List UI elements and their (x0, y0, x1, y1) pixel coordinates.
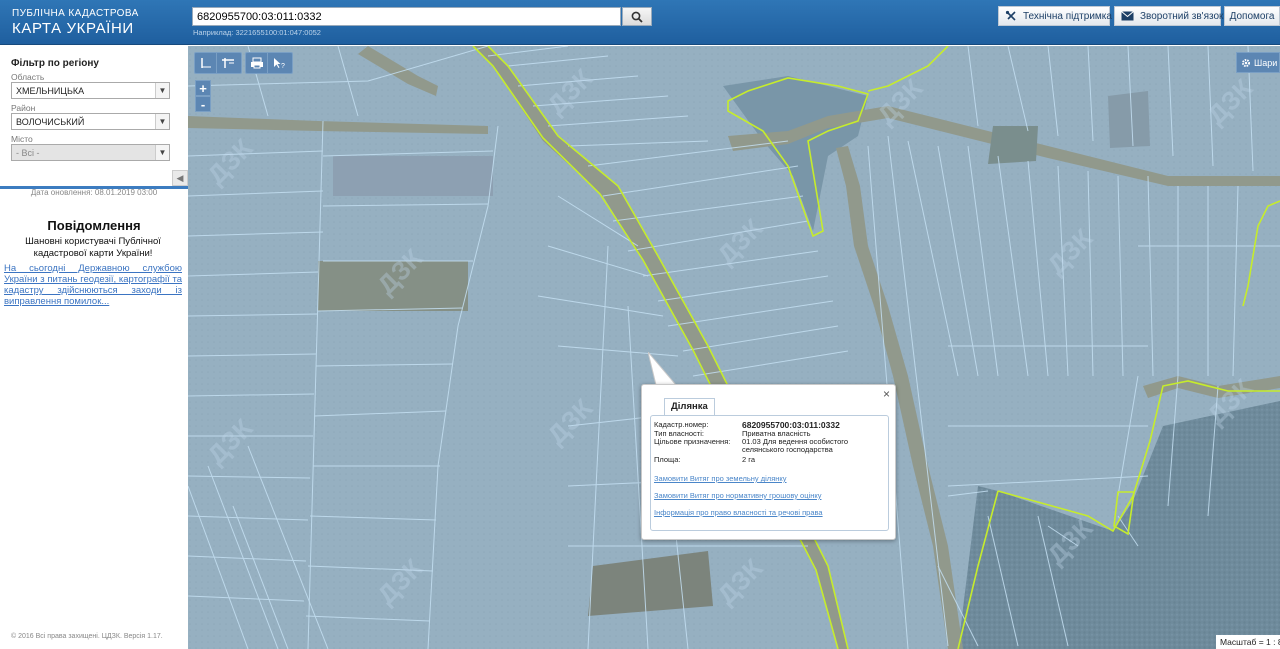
envelope-icon (1121, 11, 1134, 21)
city-label: Місто (11, 134, 33, 144)
tools-icon (1005, 10, 1016, 21)
collapse-sidebar-button[interactable]: ◀ (172, 170, 188, 186)
row-key: Площа: (654, 455, 681, 464)
printer-icon (250, 57, 263, 69)
help-button[interactable]: Допомога (1224, 6, 1280, 26)
district-select[interactable]: ВОЛОЧИСЬКИЙ ▼ (11, 113, 170, 130)
region-value: ХМЕЛЬНИЦЬКА (16, 85, 85, 96)
header-bar: ПУБЛІЧНА КАДАСТРОВА КАРТА УКРАЇНИ Наприк… (0, 0, 1280, 45)
zoom-in-button[interactable]: + (195, 80, 211, 96)
measure-tools (194, 52, 242, 74)
notice-title: Повідомлення (47, 218, 141, 233)
purpose-value: 01.03 Для ведення особистого селянського… (742, 437, 849, 454)
help-label: Допомога (1229, 10, 1275, 22)
cadastral-number-row: Кадастр.номер: 6820955700:03:011:0332 (654, 420, 840, 430)
map-scale: Масштаб = 1 : 85 (1216, 635, 1280, 649)
order-extract-link[interactable]: Замовити Витяг про земельну ділянку (654, 474, 787, 483)
map-canvas[interactable]: ДЗК ДЗК ДЗК ДЗК ДЗК ДЗК ДЗК ДЗК ДЗК ДЗК … (188, 46, 1280, 649)
chevron-left-icon: ◀ (176, 172, 184, 183)
area-row: Площа: 2 га (654, 456, 755, 464)
chevron-down-icon: ▼ (155, 114, 169, 129)
filter-title: Фільтр по регіону (11, 58, 99, 69)
district-label: Район (11, 103, 36, 113)
cadastral-search-input[interactable] (192, 7, 621, 26)
print-button[interactable] (246, 53, 268, 73)
area-value: 2 га (742, 455, 755, 464)
chevron-down-icon: ▼ (155, 145, 169, 160)
update-date: Дата оновлення: 08.01.2019 03:00 (30, 188, 158, 197)
site-logo[interactable]: ПУБЛІЧНА КАДАСТРОВА КАРТА УКРАЇНИ (12, 8, 139, 37)
search-button[interactable] (622, 7, 652, 26)
popup-pointer (648, 352, 678, 388)
search-hint: Наприклад: 3221655100:01:047:0052 (193, 28, 321, 37)
row-key: Цільове призначення: (654, 437, 731, 446)
sidebar: Фільтр по регіону Область ХМЕЛЬНИЦЬКА ▼ … (0, 46, 188, 649)
area-ruler-icon (222, 58, 234, 68)
measure-distance-button[interactable] (195, 53, 217, 73)
ownership-info-link[interactable]: Інформація про право власності та речові… (654, 508, 823, 517)
ruler-icon (200, 58, 211, 68)
city-value: - Всі - (16, 147, 40, 158)
parcel-info-popup: × Ділянка Кадастр.номер: 6820955700:03:01… (641, 384, 896, 540)
row-key: Кадастр.номер: (654, 420, 709, 429)
purpose-row: Цільове призначення: 01.03 Для ведення ос… (654, 438, 884, 454)
support-button[interactable]: Технічна підтримка (998, 6, 1112, 26)
notice-link[interactable]: На сьогодні Державною службою України з … (4, 263, 182, 307)
region-label: Область (11, 72, 45, 82)
feedback-label: Зворотний зв'язок (1140, 10, 1224, 22)
search-icon (631, 11, 643, 23)
identify-button[interactable]: ? (268, 53, 290, 73)
cadastral-map[interactable]: ДЗК ДЗК ДЗК ДЗК ДЗК ДЗК ДЗК ДЗК ДЗК ДЗК … (188, 46, 1280, 649)
cadastral-number-value: 6820955700:03:011:0332 (742, 420, 840, 430)
notice-text: Шановні користувачі Публічної кадастрово… (25, 236, 161, 259)
feedback-button[interactable]: Зворотний зв'язок (1114, 6, 1224, 26)
tab-parcel[interactable]: Ділянка (664, 398, 715, 415)
cursor-question-icon: ? (274, 58, 285, 69)
chevron-down-icon: ▼ (155, 83, 169, 98)
search-area: Наприклад: 3221655100:01:047:0052 (192, 7, 652, 37)
close-icon[interactable]: × (883, 387, 890, 401)
order-valuation-link[interactable]: Замовити Витяг про нормативну грошову оц… (654, 491, 821, 500)
print-info-tools: ? (245, 52, 293, 74)
svg-text:?: ? (281, 63, 285, 69)
brand-line1: ПУБЛІЧНА КАДАСТРОВА (12, 8, 139, 19)
gear-icon (1242, 58, 1250, 67)
region-filter: Фільтр по регіону Область ХМЕЛЬНИЦЬКА ▼ … (0, 46, 188, 186)
support-label: Технічна підтримка (1023, 10, 1112, 22)
region-select[interactable]: ХМЕЛЬНИЦЬКА ▼ (11, 82, 170, 99)
parcel-info-body: Кадастр.номер: 6820955700:03:011:0332 Тип… (650, 415, 889, 531)
copyright: © 2016 Всі права захищені. ЦДЗК. Версія … (11, 633, 163, 640)
layers-button[interactable]: Шари (1236, 52, 1280, 73)
zoom-out-button[interactable]: - (195, 96, 211, 112)
brand-line2: КАРТА УКРАЇНИ (12, 20, 134, 37)
measure-area-button[interactable] (217, 53, 239, 73)
city-select[interactable]: - Всі - ▼ (11, 144, 170, 161)
district-value: ВОЛОЧИСЬКИЙ (16, 116, 85, 127)
layers-label: Шари (1254, 57, 1278, 68)
